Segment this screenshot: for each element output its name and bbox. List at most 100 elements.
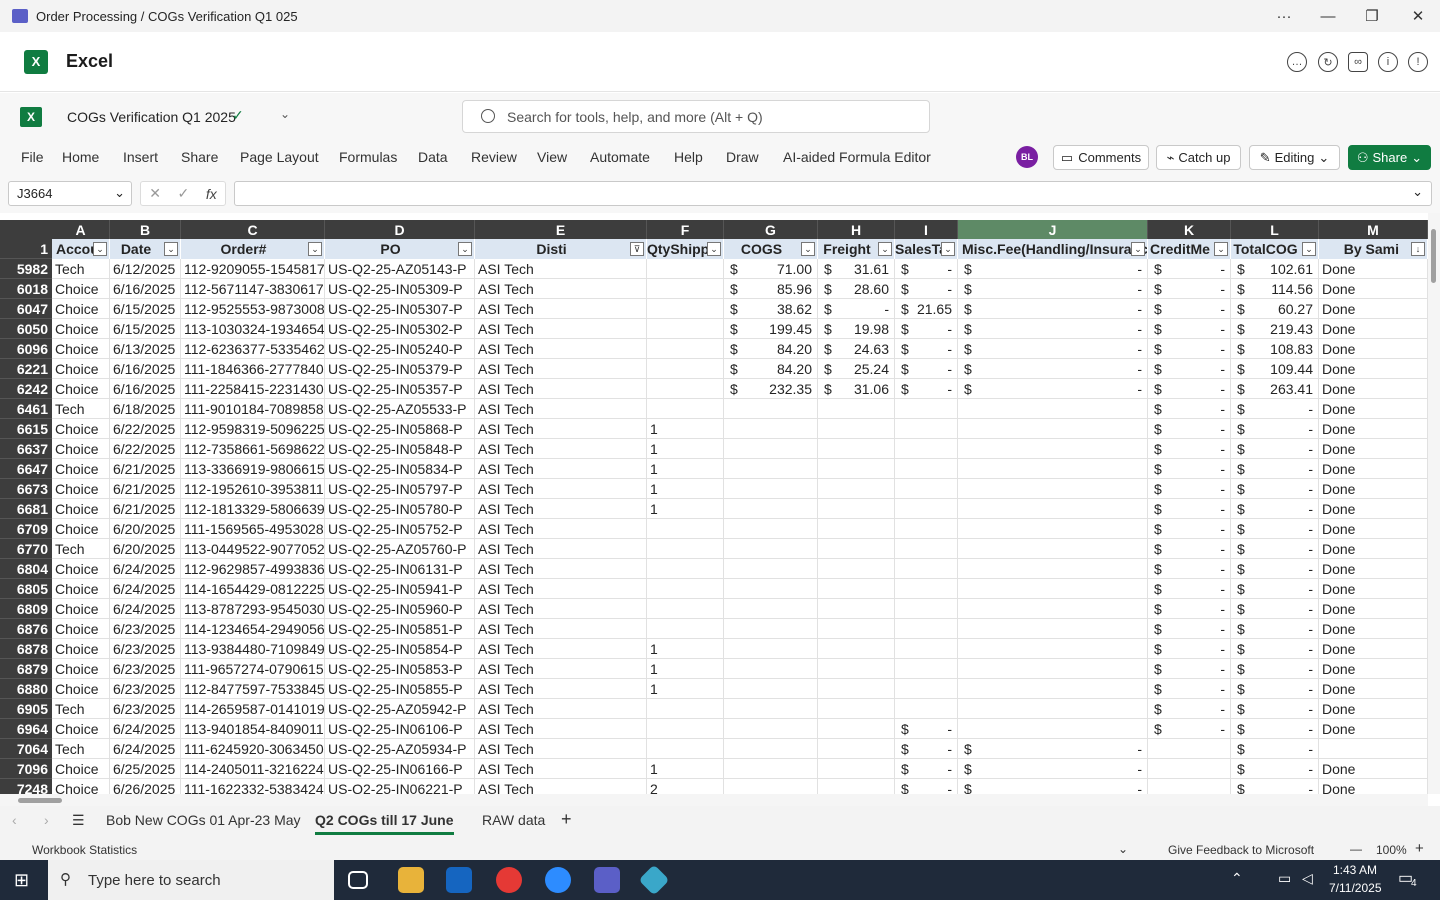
info-icon[interactable]: i [1378,52,1398,72]
link-icon[interactable]: ∞ [1348,52,1368,72]
row-header[interactable]: 6880 [0,679,52,699]
cell-e[interactable]: ASI Tech [475,639,647,659]
cell-h[interactable] [818,619,895,639]
cell-k[interactable] [1148,779,1231,794]
cell-d[interactable]: US-Q2-25-IN05834-P [325,459,475,479]
cell-a[interactable]: Choice [52,319,110,339]
cell-g[interactable]: $232.35 [724,379,818,399]
row-header[interactable]: 6681 [0,499,52,519]
select-all-corner[interactable] [0,220,52,239]
cell-c[interactable]: 112-5671147-3830617 [181,279,325,299]
cell-a[interactable]: Choice [52,359,110,379]
cell-i[interactable] [895,659,958,679]
row-header[interactable]: 6221 [0,359,52,379]
cell-l[interactable]: $ - [1231,719,1319,739]
cell-f[interactable] [647,599,724,619]
cell-i[interactable]: $ - [895,259,958,279]
cell-g[interactable] [724,619,818,639]
cell-j[interactable] [958,579,1148,599]
cell-g[interactable] [724,759,818,779]
cell-b[interactable]: 6/16/2025 [110,359,181,379]
cell-f[interactable] [647,379,724,399]
cell-i[interactable] [895,699,958,719]
cell-h[interactable] [818,399,895,419]
cell-d[interactable]: US-Q2-25-IN06166-P [325,759,475,779]
cell-b[interactable]: 6/23/2025 [110,699,181,719]
cell-a[interactable]: Choice [52,599,110,619]
cell-m[interactable]: Done [1319,439,1428,459]
cell-c[interactable]: 113-0449522-9077052 [181,539,325,559]
cell-c[interactable]: 113-9384480-7109849 [181,639,325,659]
cell-k[interactable]: $ - [1148,499,1231,519]
cell-d[interactable]: US-Q2-25-IN05357-P [325,379,475,399]
cell-a[interactable]: Choice [52,619,110,639]
cell-m[interactable]: Done [1319,599,1428,619]
cell-k[interactable] [1148,739,1231,759]
workbook-statistics[interactable]: Workbook Statistics [32,843,137,857]
column-header-g[interactable]: G [724,220,818,239]
tab-view[interactable]: View [537,149,567,165]
chevron-down-icon[interactable]: ⌄ [1118,842,1128,856]
cell-b[interactable]: 6/21/2025 [110,459,181,479]
cell-d[interactable]: US-Q2-25-IN05960-P [325,599,475,619]
cell-c[interactable]: 113-3366919-9806615 [181,459,325,479]
cell-d[interactable]: US-Q2-25-AZ05760-P [325,539,475,559]
cell-e[interactable]: ASI Tech [475,479,647,499]
cell-a[interactable]: Choice [52,419,110,439]
cell-b[interactable]: 6/15/2025 [110,319,181,339]
cell-i[interactable] [895,539,958,559]
cell-e[interactable]: ASI Tech [475,259,647,279]
cell-d[interactable]: US-Q2-25-IN06106-P [325,719,475,739]
cell-g[interactable]: $84.20 [724,359,818,379]
cell-k[interactable]: $ - [1148,719,1231,739]
cell-h[interactable] [818,699,895,719]
cell-b[interactable]: 6/24/2025 [110,559,181,579]
cell-g[interactable] [724,519,818,539]
cell-i[interactable]: $ - [895,379,958,399]
cell-i[interactable] [895,599,958,619]
cell-j[interactable] [958,619,1148,639]
editing-mode-button[interactable]: ✎ Editing ⌄ [1249,145,1340,170]
cell-e[interactable]: ASI Tech [475,279,647,299]
cell-j[interactable] [958,599,1148,619]
column-header-m[interactable]: M [1319,220,1428,239]
cell-l[interactable]: $ - [1231,419,1319,439]
cell-b[interactable]: 6/15/2025 [110,299,181,319]
cell-m[interactable]: Done [1319,579,1428,599]
cell-e[interactable]: ASI Tech [475,499,647,519]
cell-b[interactable]: 6/22/2025 [110,419,181,439]
cell-b[interactable]: 6/24/2025 [110,579,181,599]
cell-h[interactable] [818,759,895,779]
cell-l[interactable]: $ - [1231,539,1319,559]
cell-i[interactable]: $21.65 [895,299,958,319]
cell-c[interactable]: 113-1030324-1934654 [181,319,325,339]
cell-c[interactable]: 111-1846366-2777840 [181,359,325,379]
cell-c[interactable]: 111-2258415-2231430 [181,379,325,399]
cell-h[interactable] [818,599,895,619]
taskbar-search-input[interactable]: ⚲ Type here to search [48,860,334,900]
clock-date[interactable]: 7/11/2025 [1329,881,1382,895]
cell-l[interactable]: $ - [1231,739,1319,759]
cell-f[interactable] [647,359,724,379]
row-header[interactable]: 6461 [0,399,52,419]
cell-k[interactable]: $ - [1148,299,1231,319]
cell-l[interactable]: $ - [1231,479,1319,499]
cell-k[interactable]: $ - [1148,379,1231,399]
horizontal-scrollbar[interactable] [0,794,1428,806]
cell-g[interactable] [724,539,818,559]
zoom-out-button[interactable]: — [1350,842,1362,856]
row-header[interactable]: 7064 [0,739,52,759]
column-header-f[interactable]: F [647,220,724,239]
cell-k[interactable]: $ - [1148,639,1231,659]
cell-f[interactable]: 1 [647,499,724,519]
cell-b[interactable]: 6/23/2025 [110,619,181,639]
cell-f[interactable] [647,519,724,539]
cell-l[interactable]: $ - [1231,439,1319,459]
cell-e[interactable]: ASI Tech [475,599,647,619]
cell-a[interactable]: Choice [52,519,110,539]
cell-c[interactable]: 112-7358661-5698622 [181,439,325,459]
cell-f[interactable]: 1 [647,419,724,439]
cell-g[interactable] [724,599,818,619]
cell-d[interactable]: US-Q2-25-IN05307-P [325,299,475,319]
row-header[interactable]: 5982 [0,259,52,279]
